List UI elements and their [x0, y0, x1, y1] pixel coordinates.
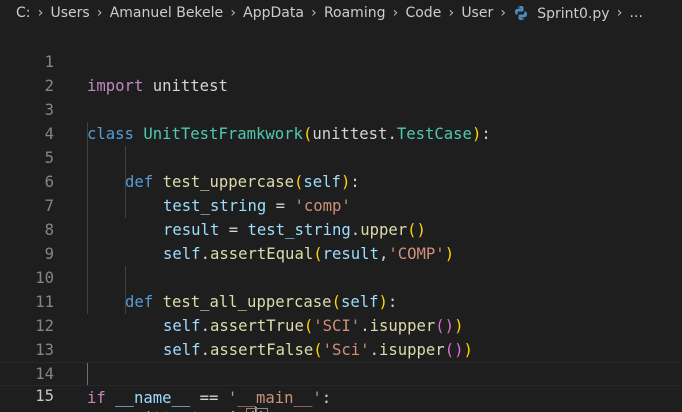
breadcrumb-item-user-folder[interactable]: Amanuel Bekele [110, 5, 223, 21]
code-line[interactable]: 8 self.assertEqual(result,'COMP') [0, 194, 682, 263]
code-line[interactable]: 13 [0, 314, 682, 359]
code-line[interactable]: 7 result = test_string.upper() [0, 170, 682, 239]
code-line[interactable]: 10 def test_all_uppercase(self): [0, 242, 682, 311]
line-content: unittest.main() [125, 407, 268, 412]
breadcrumb-item-drive[interactable]: C: [16, 5, 31, 21]
line-number-active: 15 [35, 387, 54, 405]
code-line[interactable]: 6 test_string = 'comp' [0, 146, 682, 215]
code-line[interactable]: 11 self.assertTrue('SCI'.isupper()) [0, 266, 682, 335]
chevron-right-icon: › [37, 5, 44, 21]
python-file-icon [515, 5, 528, 20]
code-line[interactable]: 1 import unittest [0, 26, 682, 95]
breadcrumb-item-roaming[interactable]: Roaming [324, 5, 386, 21]
code-line-current[interactable]: 15 unittest.main() [0, 362, 682, 412]
breadcrumb-item-appdata[interactable]: AppData [243, 5, 304, 21]
code-line[interactable]: 4 [0, 98, 682, 143]
code-line[interactable]: 12 self.assertFalse('Sci'.isupper()) [0, 290, 682, 359]
code-editor[interactable]: 1 import unittest 2 3 class UnitTestFram… [0, 26, 682, 412]
breadcrumb-item-user[interactable]: User [461, 5, 493, 21]
chevron-right-icon: › [500, 5, 507, 21]
code-line[interactable]: 3 class UnitTestFramkwork(unittest.TestC… [0, 74, 682, 143]
breadcrumb-item-file[interactable]: Sprint0.py [513, 5, 610, 22]
breadcrumb-symbol-ellipsis[interactable]: ... [630, 5, 643, 21]
code-line[interactable]: 9 [0, 218, 682, 263]
code-line[interactable]: 2 [0, 50, 682, 95]
code-line[interactable]: 14 if __name__ == '__main__': [0, 338, 682, 407]
breadcrumb-item-code[interactable]: Code [405, 5, 441, 21]
breadcrumb-item-users[interactable]: Users [51, 5, 90, 21]
breadcrumb: C: › Users › Amanuel Bekele › AppData › … [0, 0, 682, 26]
chevron-right-icon: › [392, 5, 399, 21]
chevron-right-icon: › [96, 5, 103, 21]
chevron-right-icon: › [616, 5, 623, 21]
breadcrumb-file-label: Sprint0.py [537, 5, 610, 22]
chevron-right-icon: › [230, 5, 236, 21]
chevron-right-icon: › [311, 5, 317, 21]
code-line[interactable]: 5 def test_uppercase(self): [0, 122, 682, 191]
chevron-right-icon: › [448, 5, 455, 21]
